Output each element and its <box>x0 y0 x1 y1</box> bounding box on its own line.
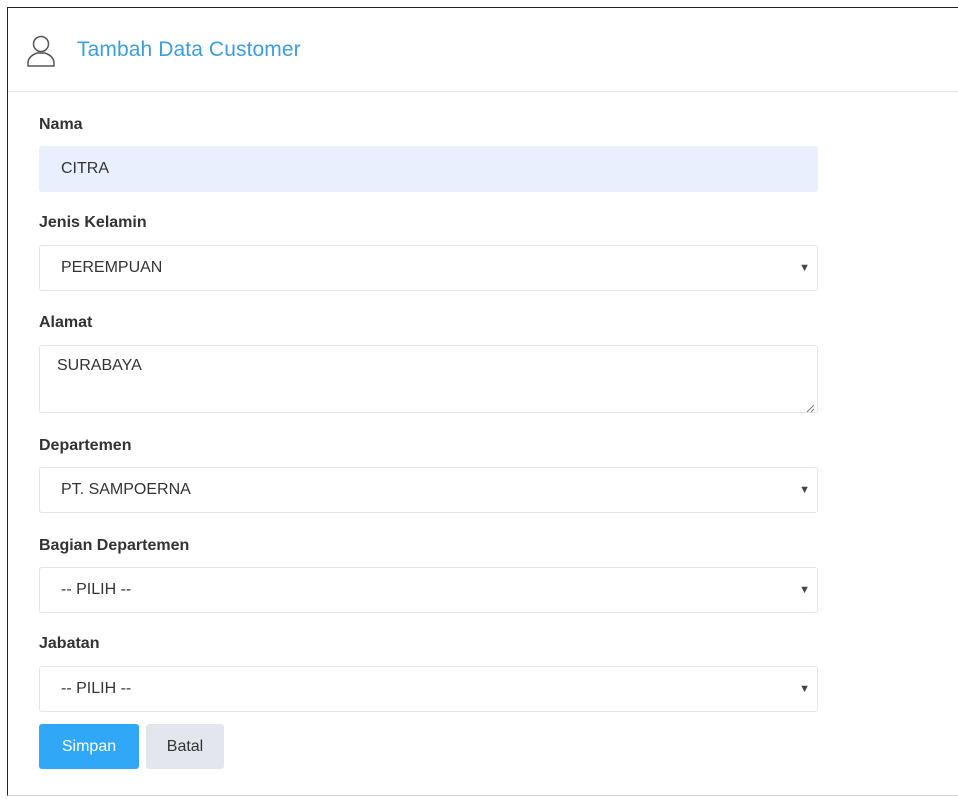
chevron-down-icon: ▼ <box>799 262 810 274</box>
departemen-label: Departemen <box>39 437 132 454</box>
bagian-departemen-value: -- PILIH -- <box>61 581 132 598</box>
jenis-kelamin-label: Jenis Kelamin <box>39 214 147 231</box>
jenis-kelamin-value: PEREMPUAN <box>61 259 163 276</box>
user-icon <box>26 34 56 68</box>
alamat-label: Alamat <box>39 314 93 331</box>
cancel-button[interactable]: Batal <box>146 724 224 769</box>
resize-grip-icon[interactable] <box>805 400 815 413</box>
jenis-kelamin-select[interactable]: PEREMPUAN ▼ <box>39 245 818 291</box>
panel-header: Tambah Data Customer <box>8 8 958 92</box>
chevron-down-icon: ▼ <box>799 584 810 596</box>
nama-input[interactable]: CITRA <box>39 146 818 192</box>
alamat-value: SURABAYA <box>57 357 142 374</box>
departemen-select[interactable]: PT. SAMPOERNA ▼ <box>39 467 818 513</box>
departemen-value: PT. SAMPOERNA <box>61 481 191 498</box>
bagian-departemen-select[interactable]: -- PILIH -- ▼ <box>39 567 818 613</box>
bagian-departemen-label: Bagian Departemen <box>39 537 190 554</box>
nama-value: CITRA <box>61 160 109 177</box>
save-button[interactable]: Simpan <box>39 724 139 769</box>
chevron-down-icon: ▼ <box>799 484 810 496</box>
nama-label: Nama <box>39 116 83 133</box>
jabatan-label: Jabatan <box>39 635 100 652</box>
page-title: Tambah Data Customer <box>77 37 301 61</box>
jabatan-value: -- PILIH -- <box>61 680 132 697</box>
chevron-down-icon: ▼ <box>799 683 810 695</box>
jabatan-select[interactable]: -- PILIH -- ▼ <box>39 666 818 712</box>
alamat-textarea[interactable]: SURABAYA <box>39 345 818 413</box>
